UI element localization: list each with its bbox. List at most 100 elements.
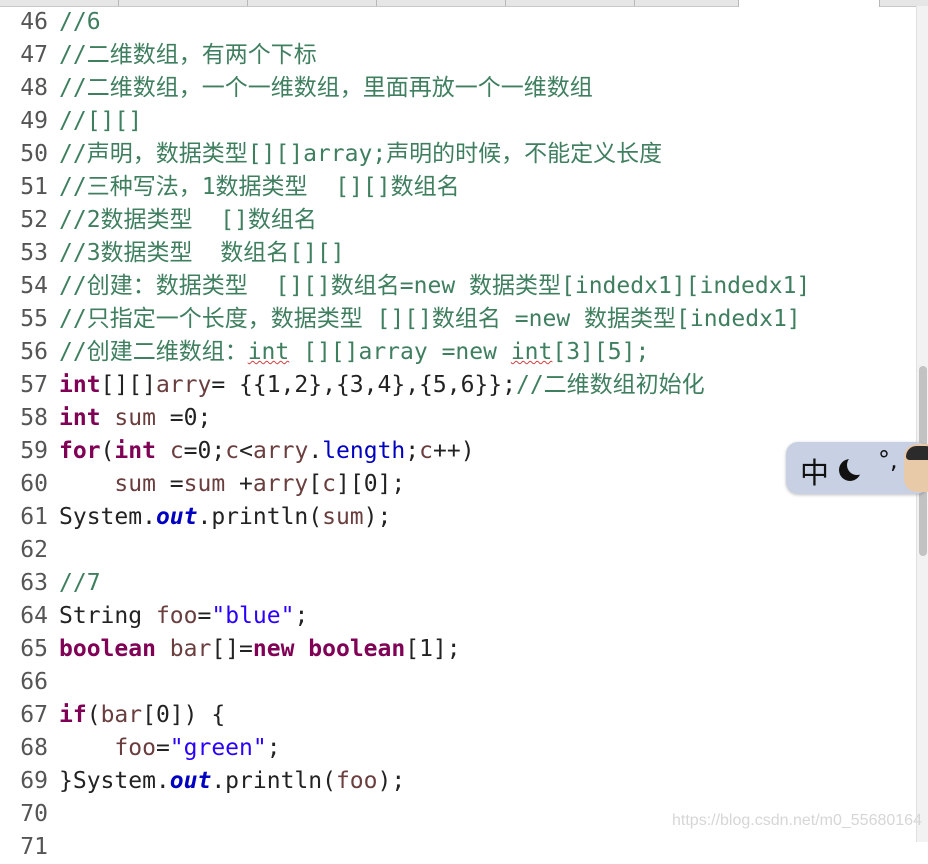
code-text[interactable]: }System.out.println(foo); — [59, 765, 405, 798]
code-line[interactable]: 58 int sum =0; — [0, 402, 916, 435]
code-text[interactable]: //二维数组，有两个下标 — [59, 39, 317, 72]
moon-icon[interactable] — [839, 455, 867, 481]
code-text[interactable]: for(int c=0;c<arry.length;c++) — [59, 435, 475, 468]
code-token: //7 — [59, 570, 101, 596]
vertical-scrollbar[interactable] — [916, 6, 928, 842]
code-text[interactable]: //创建：数据类型 [][]数组名=new 数据类型[indedx1][inde… — [59, 270, 810, 303]
code-line[interactable]: 48 //二维数组，一个一维数组，里面再放一个一维数组 — [0, 72, 916, 105]
code-line[interactable]: 67 if(bar[0]) { — [0, 699, 916, 732]
code-text[interactable]: //3数据类型 数组名[][] — [59, 237, 345, 270]
code-token: boolean — [59, 636, 156, 662]
code-line[interactable]: 50 //声明，数据类型[][]array;声明的时候，不能定义长度 — [0, 138, 916, 171]
code-token: out — [169, 768, 212, 794]
code-token: int — [247, 339, 290, 365]
code-token: sum — [114, 471, 156, 497]
code-token: [][]array =new — [289, 339, 511, 365]
code-text[interactable]: foo="green"; — [59, 732, 281, 765]
code-token: = — [155, 471, 184, 497]
line-number: 50 — [20, 141, 48, 167]
code-token: length — [322, 438, 406, 464]
code-line[interactable]: 59 for(int c=0;c<arry.length;c++) — [0, 435, 916, 468]
code-line[interactable]: 69 }System.out.println(foo); — [0, 765, 916, 798]
code-text[interactable]: String foo="blue"; — [59, 600, 308, 633]
code-line[interactable]: 60 sum =sum +arry[c][0]; — [0, 468, 916, 501]
line-number: 68 — [20, 735, 48, 761]
code-text[interactable]: System.out.println(sum); — [59, 501, 391, 534]
code-text[interactable]: //只指定一个长度，数据类型 [][]数组名 =new 数据类型[indedx1… — [59, 303, 801, 336]
line-number: 64 — [20, 603, 48, 629]
code-token: int — [59, 405, 101, 431]
code-token: . — [308, 438, 323, 464]
code-text[interactable]: //2数据类型 []数组名 — [59, 204, 317, 237]
code-line[interactable]: 46 //6 — [0, 6, 916, 39]
code-line[interactable]: 64 String foo="blue"; — [0, 600, 916, 633]
code-token: [][] — [100, 372, 156, 398]
line-number: 70 — [20, 801, 48, 827]
code-token: //3数据类型 数组名[][] — [59, 240, 345, 266]
code-text[interactable]: sum =sum +arry[c][0]; — [59, 468, 405, 501]
code-text[interactable]: if(bar[0]) { — [59, 699, 225, 732]
code-token: ; — [266, 735, 281, 761]
code-text[interactable]: //7 — [59, 567, 101, 600]
line-number: 69 — [20, 768, 48, 794]
line-number: 53 — [20, 240, 48, 266]
code-text[interactable]: int[][]arry= {{1,2},{3,4},{5,6}};//二维数组初… — [59, 369, 705, 402]
code-text[interactable]: //二维数组，一个一维数组，里面再放一个一维数组 — [59, 72, 593, 105]
line-number: 54 — [20, 273, 48, 299]
code-line[interactable]: 66 — [0, 666, 916, 699]
line-number: 46 — [20, 9, 48, 35]
code-line[interactable]: 71 — [0, 831, 916, 864]
code-line[interactable]: 63 //7 — [0, 567, 916, 600]
code-line[interactable]: 61 System.out.println(sum); — [0, 501, 916, 534]
line-number: 59 — [20, 438, 48, 464]
ime-punctuation-toggle[interactable]: °, — [878, 446, 898, 474]
code-line[interactable]: 55 //只指定一个长度，数据类型 [][]数组名 =new 数据类型[inded… — [0, 303, 916, 336]
code-token: = — [197, 603, 212, 629]
ime-language-toggle[interactable]: 中 — [800, 450, 829, 492]
code-token: sum — [183, 471, 226, 497]
code-text[interactable]: //声明，数据类型[][]array;声明的时候，不能定义长度 — [59, 138, 662, 171]
code-text[interactable]: //[][] — [59, 105, 142, 138]
code-token: int — [510, 339, 553, 365]
code-line[interactable]: 56//创建二维数组：int [][]array =new int[3][5]; — [0, 336, 916, 369]
code-token: [3][5]; — [552, 339, 650, 365]
code-token: System. — [59, 504, 156, 530]
code-token: .println( — [197, 504, 323, 530]
code-token: [1]; — [405, 636, 461, 662]
code-line[interactable]: 54 //创建：数据类型 [][]数组名=new 数据类型[indedx1][in… — [0, 270, 916, 303]
avatar[interactable] — [904, 444, 928, 492]
code-token: //二维数组，有两个下标 — [59, 42, 317, 68]
code-editor[interactable]: 46 //6 47 //二维数组，有两个下标 48 //二维数组，一个一维数组，里面再放一… — [0, 6, 916, 860]
code-text[interactable]: boolean bar[]=new boolean[1]; — [59, 633, 461, 666]
code-text[interactable]: //创建二维数组：int [][]array =new int[3][5]; — [59, 336, 649, 369]
code-token: //三种写法，1数据类型 [][]数组名 — [59, 174, 460, 200]
code-line[interactable]: 52 //2数据类型 []数组名 — [0, 204, 916, 237]
line-number: 63 — [20, 570, 48, 596]
code-line[interactable]: 47 //二维数组，有两个下标 — [0, 39, 916, 72]
ime-toolbar[interactable]: 中 °, — [786, 442, 928, 494]
code-text[interactable]: //6 — [59, 6, 101, 39]
code-line[interactable]: 53 //3数据类型 数组名[][] — [0, 237, 916, 270]
code-token: out — [155, 504, 198, 530]
code-token: arry — [252, 438, 309, 464]
code-line[interactable]: 62 — [0, 534, 916, 567]
code-line[interactable]: 57 int[][]arry= {{1,2},{3,4},{5,6}};//二维数… — [0, 369, 916, 402]
code-text[interactable]: int sum =0; — [59, 402, 211, 435]
code-token: =0; — [183, 438, 226, 464]
code-token: + — [225, 471, 253, 497]
code-token: c — [322, 471, 336, 497]
line-number: 62 — [20, 537, 48, 563]
code-line[interactable]: 51 //三种写法，1数据类型 [][]数组名 — [0, 171, 916, 204]
line-number: 61 — [20, 504, 48, 530]
code-line[interactable]: 49 //[][] — [0, 105, 916, 138]
code-line[interactable]: 68 foo="green"; — [0, 732, 916, 765]
code-text[interactable]: //三种写法，1数据类型 [][]数组名 — [59, 171, 460, 204]
code-token: int — [59, 372, 101, 398]
code-line[interactable]: 65 boolean bar[]=new boolean[1]; — [0, 633, 916, 666]
code-token: ; — [294, 603, 309, 629]
code-token: []= — [211, 636, 253, 662]
